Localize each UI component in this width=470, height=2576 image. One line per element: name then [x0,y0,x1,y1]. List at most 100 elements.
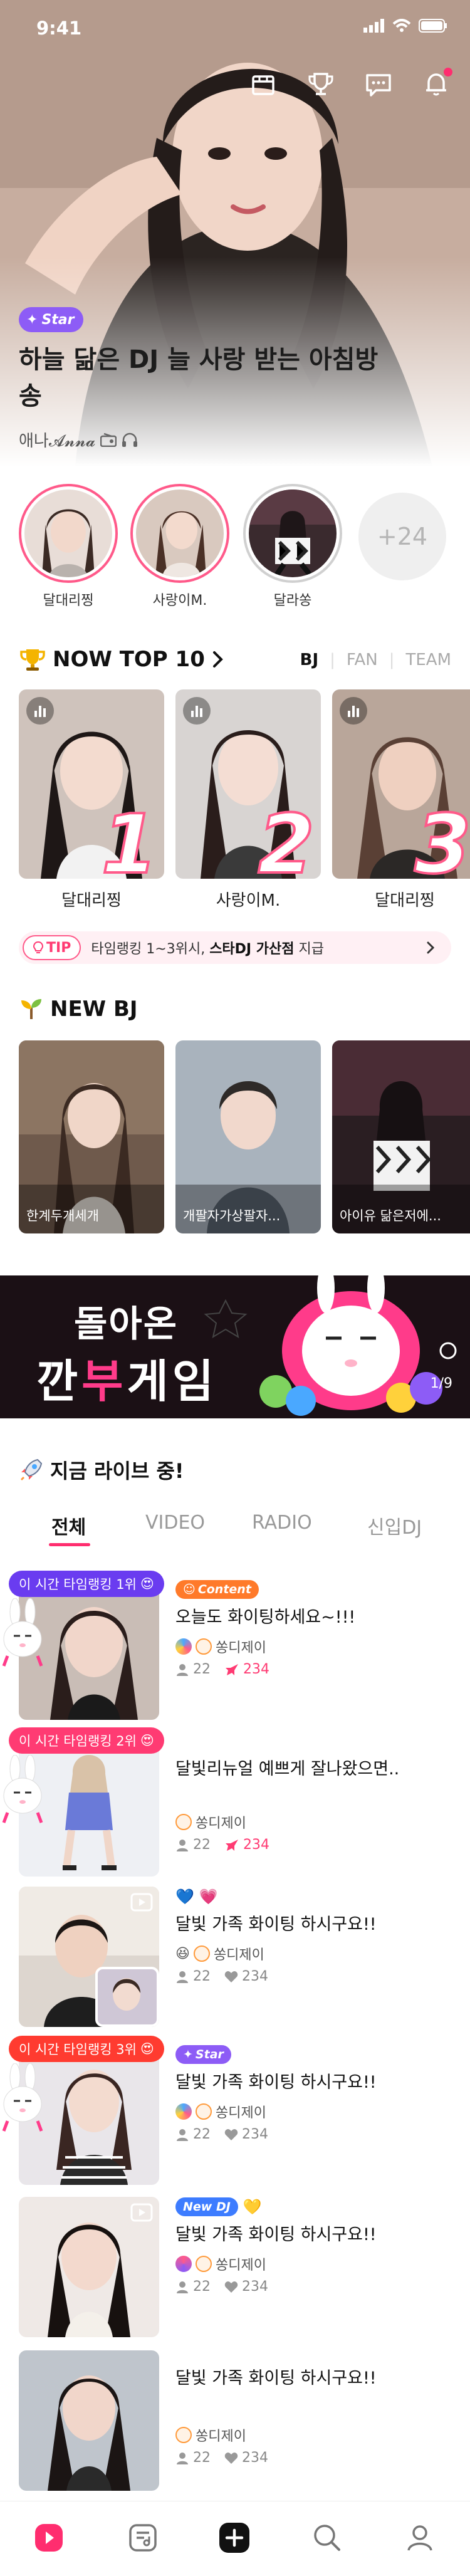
emoji-tags: 💙 💗 [175,1887,451,1907]
boost-stat: 234 [224,1662,269,1677]
lightbulb-icon [33,941,44,953]
star-tag: ✦ Star [175,2045,231,2064]
tab-team[interactable]: TEAM [405,651,451,669]
following-more-button[interactable]: +24 [358,493,446,580]
hero-banner[interactable]: 9:41 ✦ Star 하늘 닮은 DJ 늘 사랑 받는 아침방송 애나𝓐𝓷𝓷𝓪 [0,0,470,467]
newbj-title: NEW BJ [50,997,138,1022]
chevron-right-icon [427,941,435,954]
signal-icon [363,19,384,33]
sprout-icon [21,999,41,1019]
content-tag: ☺ Content [175,1580,259,1599]
person-icon [177,1839,188,1851]
heart-icon [224,1971,238,1982]
app-screen: 9:41 ✦ Star 하늘 닮은 DJ 늘 사랑 받는 아침방송 애나𝓐𝓷𝓷𝓪… [0,0,470,2576]
new-dj-tag: New DJ [175,2197,238,2216]
viewers-stat: 22 [175,2450,211,2466]
tab-video[interactable]: VIDEO [145,1512,205,1534]
top10-title: NOW TOP 10 [53,647,205,672]
tab-all[interactable]: 전체 [51,1512,86,1539]
newbj-card[interactable]: 한계두개세개 [19,1040,164,1233]
top10-card[interactable]: 3 달대리찡 [332,689,470,911]
live-item[interactable]: New DJ 💛 달빛 가족 화이팅 하시구요!! 쏭디제이 22 234 [19,2197,451,2340]
person-icon [177,2452,188,2464]
newbj-name: 아이유 닮은저에... [340,1208,441,1223]
dj-row: 쏭디제이 [175,1812,451,1832]
battery-icon [419,19,447,33]
fire-emoji-icon: 😍 [140,1576,154,1591]
heart-icon [224,2281,238,2293]
tab-bj[interactable]: BJ [300,651,319,669]
stats-icon [340,697,367,725]
following-name: 달대리찡 [43,593,94,609]
search-icon[interactable] [310,2520,345,2555]
smile-icon: ☺ [183,1583,196,1596]
dj-row: 쏭디제이 [175,2102,451,2122]
newbj-photo [19,1040,164,1233]
likes-stat: 234 [224,1969,268,1984]
tab-fan[interactable]: FAN [347,651,378,669]
tab-radio[interactable]: RADIO [252,1512,312,1534]
dj-row: 쏭디제이 [175,1636,451,1657]
following-avatar[interactable]: 달대리찡 [19,484,118,609]
dj-row: 😆 쏭디제이 [175,1945,264,1963]
stats-row: 22 234 [175,1662,451,1677]
avatar [136,490,224,577]
star-icon: ✦ [26,312,38,328]
live-item[interactable]: 이 시간 타임랭킹 3위 😍 ✦ Star 달빛 가족 화이팅 하시구요!! 쏭디제… [2,2036,451,2187]
playlist-icon[interactable] [125,2520,160,2555]
heart-emoji-icon: 💙 [175,1888,194,1905]
heart-emoji-icon: 💗 [199,1888,218,1905]
top10-tabs: BJ | FAN | TEAM [300,651,451,669]
home-icon[interactable] [31,2520,66,2555]
hero-dj: 애나𝓐𝓷𝓷𝓪 [19,428,138,451]
live-title-text: 달빛 가족 화이팅 하시구요!! [175,2073,377,2092]
tab-new-dj[interactable]: 신입DJ [367,1512,422,1539]
top10-card[interactable]: 1 달대리찡 [19,689,164,911]
banner-line2: 깐부게임 [36,1355,217,1408]
viewers-stat: 22 [175,1837,211,1853]
rank-tag: 이 시간 타임랭킹 3위 😍 [9,2036,164,2062]
rocket-boost-icon [226,1839,238,1851]
dollar-badge-icon [175,2427,192,2443]
store-icon[interactable] [248,69,278,99]
newbj-photo [175,1040,321,1233]
stats-row: 22 234 [175,2450,451,2466]
top10-header[interactable]: NOW TOP 10 [19,647,225,672]
newbj-card[interactable]: 아이유 닮은저에... [332,1040,470,1233]
tip-bar[interactable]: TIP 타임랭킹 1~3위시, 스타DJ 가산점 지급 [19,931,451,964]
top10-card[interactable]: 2 사랑이M. [175,689,321,911]
tip-text: 타임랭킹 1~3위시, 스타DJ 가산점 지급 [91,941,324,957]
newbj-header: NEW BJ [19,997,138,1022]
rank-tag: 이 시간 타임랭킹 1위 😍 [9,1571,164,1597]
level-badge-icon [175,2103,192,2120]
following-name: 사랑이M. [152,593,207,609]
following-avatar[interactable]: 사랑이M. [130,484,229,609]
chat-icon[interactable] [363,69,394,99]
live-item[interactable]: 달빛 가족 화이팅 하시구요!! 쏭디제이 22 234 [19,2350,451,2493]
stats-row: 22 234 [175,2127,451,2142]
following-avatar[interactable]: 달라쏭 [243,484,342,609]
star-icon: ✦ [183,2048,193,2061]
top10-name: 달대리찡 [61,891,122,910]
live-item[interactable]: 이 시간 타임랭킹 2위 😍 달빛리뉴얼 예쁘게 잘나왔으면.. 쏭디제이 22 … [2,1727,451,1879]
notification-dot [444,68,452,76]
bell-icon[interactable] [421,68,452,99]
live-item[interactable]: 이 시간 타임랭킹 1위 😍 ☺ Content 오늘도 화이팅하세요~!!! 쏭디… [2,1571,451,1722]
likes-stat: 234 [224,2450,268,2466]
banner-line1: 돌아온 [74,1302,179,1345]
avatar [249,490,337,579]
newbj-name: 한계두개세개 [26,1208,99,1223]
status-bar: 9:41 [0,0,470,56]
profile-icon[interactable] [402,2520,437,2555]
top10-rank: 3 [414,797,470,879]
trophy-icon[interactable] [306,69,336,99]
smile-emoji-icon: 😆 [175,1945,190,1962]
create-icon[interactable] [217,2520,252,2555]
dollar-badge-icon [196,2256,212,2272]
event-banner[interactable]: 돌아온 깐부게임 1/9 [0,1275,470,1418]
top10-name: 사랑이M. [216,891,281,910]
hero-title[interactable]: 하늘 닮은 DJ 늘 사랑 받는 아침방송 [19,342,395,414]
newbj-card[interactable]: 개팔자가상팔자... [175,1040,321,1233]
live-item[interactable]: 💙 💗 달빛 가족 화이팅 하시구요!! 😆 쏭디제이 22 234 [19,1887,451,2029]
rocket-boost-icon [226,1663,238,1675]
